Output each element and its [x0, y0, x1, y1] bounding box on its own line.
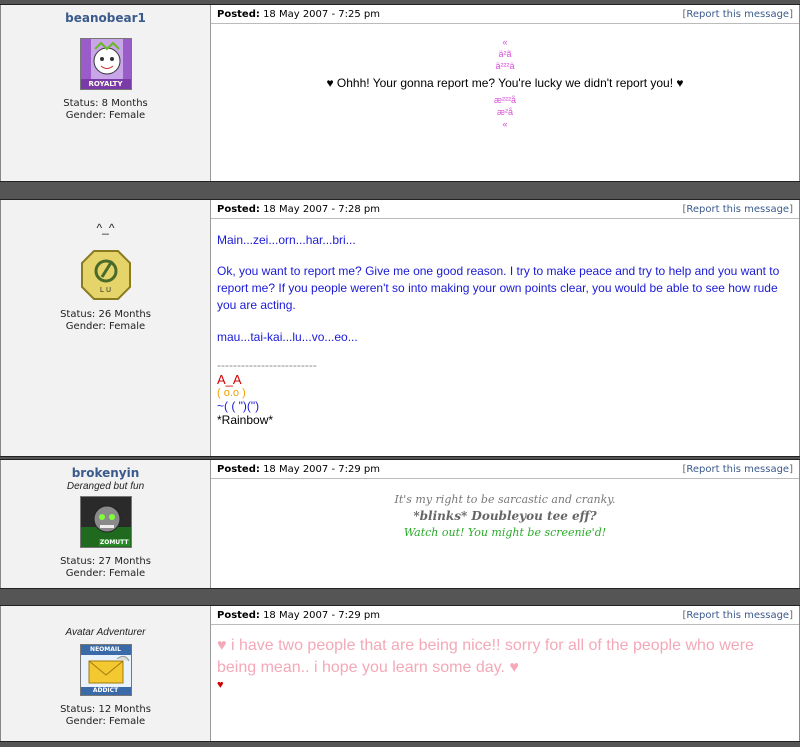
post-paragraph: Ok, you want to report me? Give me one g… [217, 264, 780, 312]
post-date: 18 May 2007 - 7:29 pm [263, 609, 380, 621]
post-author-panel: brokenyin Deranged but fun ZOMUTT Status… [1, 460, 211, 588]
posted-label: Posted: [217, 609, 260, 621]
report-link[interactable]: Report this message [686, 464, 789, 475]
post-content: Posted: 18 May 2007 - 7:28 pm [Report th… [211, 200, 799, 456]
post-paragraph: mau...tai-kai...lu...vo...eo... [217, 330, 358, 344]
post-header: Posted: 18 May 2007 - 7:28 pm [Report th… [211, 200, 799, 219]
avatar-badge: L U [99, 286, 112, 294]
gender-text: Gender: Female [65, 568, 146, 579]
posted-label: Posted: [217, 203, 260, 215]
report-link[interactable]: Report this message [686, 610, 789, 621]
signature-line: ~( ( ")(") [217, 399, 260, 413]
user-title: Avatar Adventurer [65, 627, 146, 638]
signature-line: ( o.o ) [217, 387, 246, 399]
post: ^_^ L U Status: 26 Months Gender: Female… [0, 200, 800, 456]
status-text: Status: 26 Months [60, 309, 151, 320]
user-title: Deranged but fun [66, 481, 145, 492]
posted-label: Posted: [217, 8, 260, 20]
deco-line: « [502, 119, 508, 129]
avatar-badge: ROYALTY [88, 80, 123, 88]
posted-label: Posted: [217, 463, 260, 475]
post: Avatar Adventurer NEOMAIL ADDICT Status:… [0, 606, 800, 741]
post-date: 18 May 2007 - 7:25 pm [263, 8, 380, 20]
avatar: ZOMUTT [79, 496, 132, 548]
post-content: Posted: 18 May 2007 - 7:29 pm [Report th… [211, 606, 799, 741]
report-link[interactable]: Report this message [686, 9, 789, 20]
avatar-badge: ADDICT [92, 687, 119, 694]
avatar: NEOMAIL ADDICT [79, 644, 132, 696]
deco-line: æ²²²å [494, 95, 516, 105]
username-link[interactable] [1, 206, 210, 221]
username-link[interactable] [1, 612, 210, 627]
post-body: ♥ i have two people that are being nice!… [211, 625, 799, 741]
post-header: Posted: 18 May 2007 - 7:25 pm [Report th… [211, 5, 799, 24]
user-title: ^_^ [96, 221, 115, 235]
post-body: « ä²ã ä²²²ä ♥ Ohhh! Your gonna report me… [211, 24, 799, 181]
status-text: Status: 27 Months [60, 556, 151, 567]
post-message: ♥ i have two people that are being nice!… [217, 637, 754, 676]
post-header: Posted: 18 May 2007 - 7:29 pm [Report th… [211, 606, 799, 625]
report-link[interactable]: Report this message [686, 204, 789, 215]
post-line: Watch out! You might be screenie'd! [403, 526, 607, 539]
post-message: ♥ Ohhh! Your gonna report me? You're luc… [326, 76, 684, 90]
status-text: Status: 8 Months [63, 98, 148, 109]
avatar-badge: NEOMAIL [90, 646, 121, 653]
post-content: Posted: 18 May 2007 - 7:29 pm [Report th… [211, 460, 799, 588]
post-author-panel: ^_^ L U Status: 26 Months Gender: Female [1, 200, 211, 456]
post-line: It's my right to be sarcastic and cranky… [394, 493, 616, 506]
post-trailer: ♥ [217, 679, 224, 691]
status-text: Status: 12 Months [60, 704, 151, 715]
username-link[interactable]: beanobear1 [1, 11, 210, 26]
signature-divider: ------------------------- [217, 358, 317, 372]
message-board: beanobear1 ROYALTY Status: 8 Months Gend… [0, 0, 800, 747]
separator [0, 181, 800, 200]
signature-line: *Rainbow* [217, 413, 274, 427]
post-date: 18 May 2007 - 7:28 pm [263, 203, 380, 215]
post: beanobear1 ROYALTY Status: 8 Months Gend… [0, 5, 800, 181]
post-author-panel: beanobear1 ROYALTY Status: 8 Months Gend… [1, 5, 211, 181]
gender-text: Gender: Female [65, 321, 146, 332]
post-author-panel: Avatar Adventurer NEOMAIL ADDICT Status:… [1, 606, 211, 741]
post-date: 18 May 2007 - 7:29 pm [263, 463, 380, 475]
post-content: Posted: 18 May 2007 - 7:25 pm [Report th… [211, 5, 799, 181]
post-paragraph: Main...zei...orn...har...bri... [217, 233, 356, 247]
post: brokenyin Deranged but fun ZOMUTT Status… [0, 460, 800, 588]
separator [0, 741, 800, 747]
avatar: ROYALTY [79, 38, 132, 90]
post-line: *blinks* Doubleyou tee eff? [413, 509, 597, 523]
avatar-badge: ZOMUTT [98, 539, 130, 546]
gender-text: Gender: Female [65, 716, 146, 727]
avatar: L U [80, 249, 132, 301]
post-body: It's my right to be sarcastic and cranky… [211, 479, 799, 588]
separator [0, 588, 800, 606]
deco-line: æ²å [496, 107, 513, 117]
signature-line: A_A [217, 372, 242, 387]
deco-line: ä²²²ä [495, 61, 515, 71]
post-body: Main...zei...orn...har...bri... Ok, you … [211, 219, 799, 456]
gender-text: Gender: Female [65, 110, 146, 121]
post-header: Posted: 18 May 2007 - 7:29 pm [Report th… [211, 460, 799, 479]
username-link[interactable]: brokenyin [1, 466, 210, 481]
deco-line: ä²ã [498, 49, 512, 59]
deco-line: « [502, 37, 508, 47]
